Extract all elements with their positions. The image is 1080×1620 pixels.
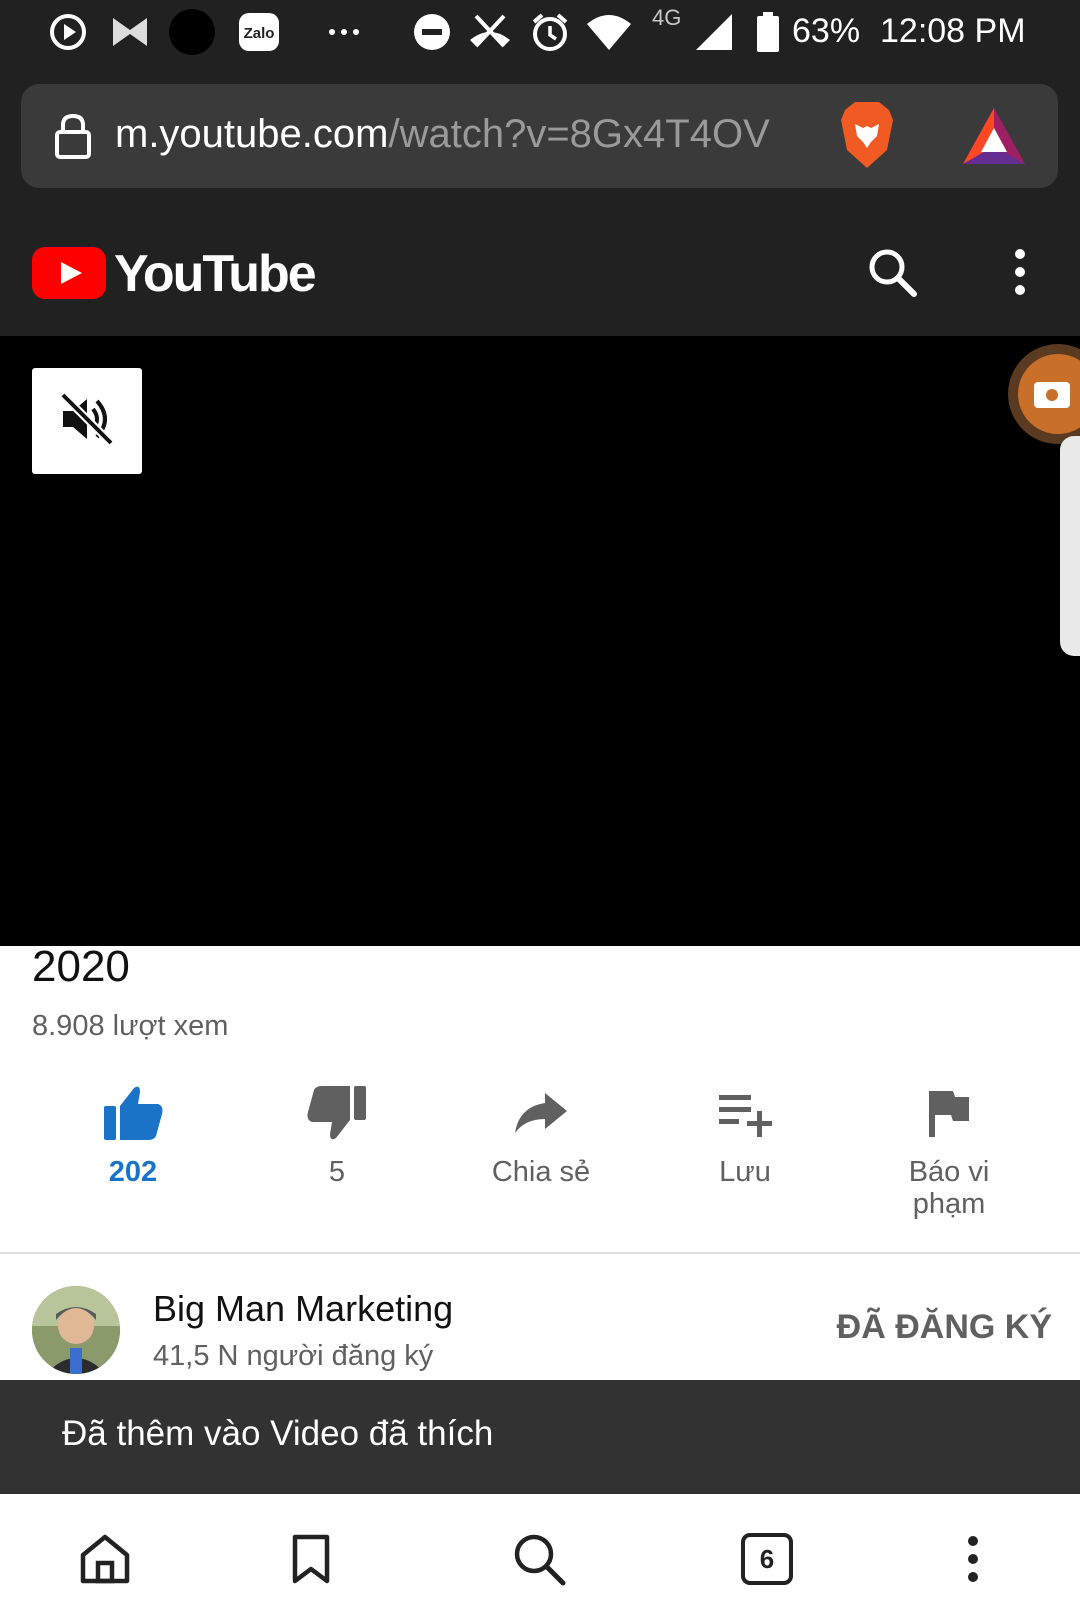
bowtie-app-icon xyxy=(110,12,150,57)
zalo-icon: Zalo xyxy=(238,12,280,57)
report-button[interactable]: Báo vi phạm xyxy=(849,1080,1049,1220)
edge-panel-handle[interactable] xyxy=(1060,436,1080,656)
wifi-icon xyxy=(586,14,632,55)
do-not-disturb-icon xyxy=(412,12,452,57)
browser-bottom-toolbar: 6 xyxy=(0,1494,1080,1620)
clock: 12:08 PM xyxy=(880,12,1026,50)
url-path: /watch?v=8Gx4T4OV xyxy=(388,112,770,156)
tab-count: 6 xyxy=(759,1543,775,1574)
black-circle-icon xyxy=(168,8,216,61)
share-button[interactable]: Chia sẻ xyxy=(441,1080,641,1188)
like-count: 202 xyxy=(108,1156,158,1188)
browser-toolbar: m.youtube.com/watch?v=8Gx4T4OV xyxy=(0,68,1080,216)
network-type: 4G xyxy=(652,5,682,30)
dislike-button[interactable]: 5 xyxy=(237,1080,437,1188)
lock-icon[interactable] xyxy=(53,112,93,165)
report-label-line1: Báo vi xyxy=(908,1156,990,1188)
video-player[interactable] xyxy=(0,336,1080,946)
battery-icon xyxy=(756,12,780,57)
flag-icon xyxy=(849,1080,1049,1146)
share-label: Chia sẻ xyxy=(491,1156,591,1188)
status-bar: Zalo 4G 63% 12:08 PM xyxy=(0,0,1080,68)
menu-button[interactable] xyxy=(938,1524,1008,1594)
bat-rewards-icon[interactable] xyxy=(961,106,1027,171)
battery-percent: 63% xyxy=(792,12,861,50)
playlist-add-icon xyxy=(645,1080,845,1146)
divider xyxy=(0,1252,1080,1254)
subscriber-count: 41,5 N người đăng ký xyxy=(153,1340,434,1372)
like-button[interactable]: 202 xyxy=(33,1080,233,1188)
subscribed-button[interactable]: ĐÃ ĐĂNG KÝ xyxy=(780,1308,1052,1347)
more-notifications-icon xyxy=(326,8,366,56)
url-bar[interactable]: m.youtube.com/watch?v=8Gx4T4OV xyxy=(21,84,1058,188)
tabs-icon: 6 xyxy=(741,1533,793,1585)
youtube-header: YouTube xyxy=(0,216,1080,336)
video-title: 2020 xyxy=(32,942,130,991)
dislike-count: 5 xyxy=(328,1156,346,1188)
youtube-wordmark[interactable]: YouTube xyxy=(114,244,317,304)
home-button[interactable] xyxy=(70,1524,140,1594)
search-button[interactable] xyxy=(504,1524,574,1594)
thumb-up-icon xyxy=(33,1080,233,1146)
save-to-playlist-button[interactable]: Lưu xyxy=(645,1080,845,1188)
more-vert-icon xyxy=(968,1536,978,1582)
alarm-icon xyxy=(530,12,570,57)
bookmark-icon xyxy=(292,1534,330,1584)
camera-icon xyxy=(1018,354,1080,434)
save-label: Lưu xyxy=(719,1156,771,1188)
search-icon xyxy=(514,1534,566,1586)
more-vert-icon[interactable] xyxy=(1000,246,1040,303)
report-label: Báo vi phạm xyxy=(849,1156,1049,1220)
view-count: 8.908 lượt xem xyxy=(32,1010,229,1042)
url-text[interactable]: m.youtube.com/watch?v=8Gx4T4OV xyxy=(115,112,770,157)
youtube-logo-icon[interactable] xyxy=(32,247,106,304)
bookmarks-button[interactable] xyxy=(276,1524,346,1594)
thumb-down-icon xyxy=(237,1080,437,1146)
share-arrow-icon xyxy=(441,1080,641,1146)
tabs-button[interactable]: 6 xyxy=(732,1524,802,1594)
signal-icon xyxy=(694,12,734,57)
play-icon xyxy=(48,12,88,57)
url-host: m.youtube.com xyxy=(115,112,389,156)
channel-name[interactable]: Big Man Marketing xyxy=(153,1288,453,1330)
floating-camera-bubble[interactable] xyxy=(1008,344,1080,444)
report-label-line2: phạm xyxy=(912,1188,986,1220)
home-icon xyxy=(80,1534,130,1584)
zalo-label: Zalo xyxy=(244,25,275,42)
channel-avatar[interactable] xyxy=(32,1286,120,1374)
missed-call-icon xyxy=(466,12,514,57)
snackbar-message: Đã thêm vào Video đã thích xyxy=(62,1414,494,1453)
brave-shields-icon[interactable] xyxy=(837,100,897,175)
snackbar: Đã thêm vào Video đã thích xyxy=(0,1380,1080,1494)
unmute-button[interactable] xyxy=(32,368,142,474)
volume-off-icon xyxy=(57,389,117,454)
search-icon[interactable] xyxy=(866,246,918,303)
